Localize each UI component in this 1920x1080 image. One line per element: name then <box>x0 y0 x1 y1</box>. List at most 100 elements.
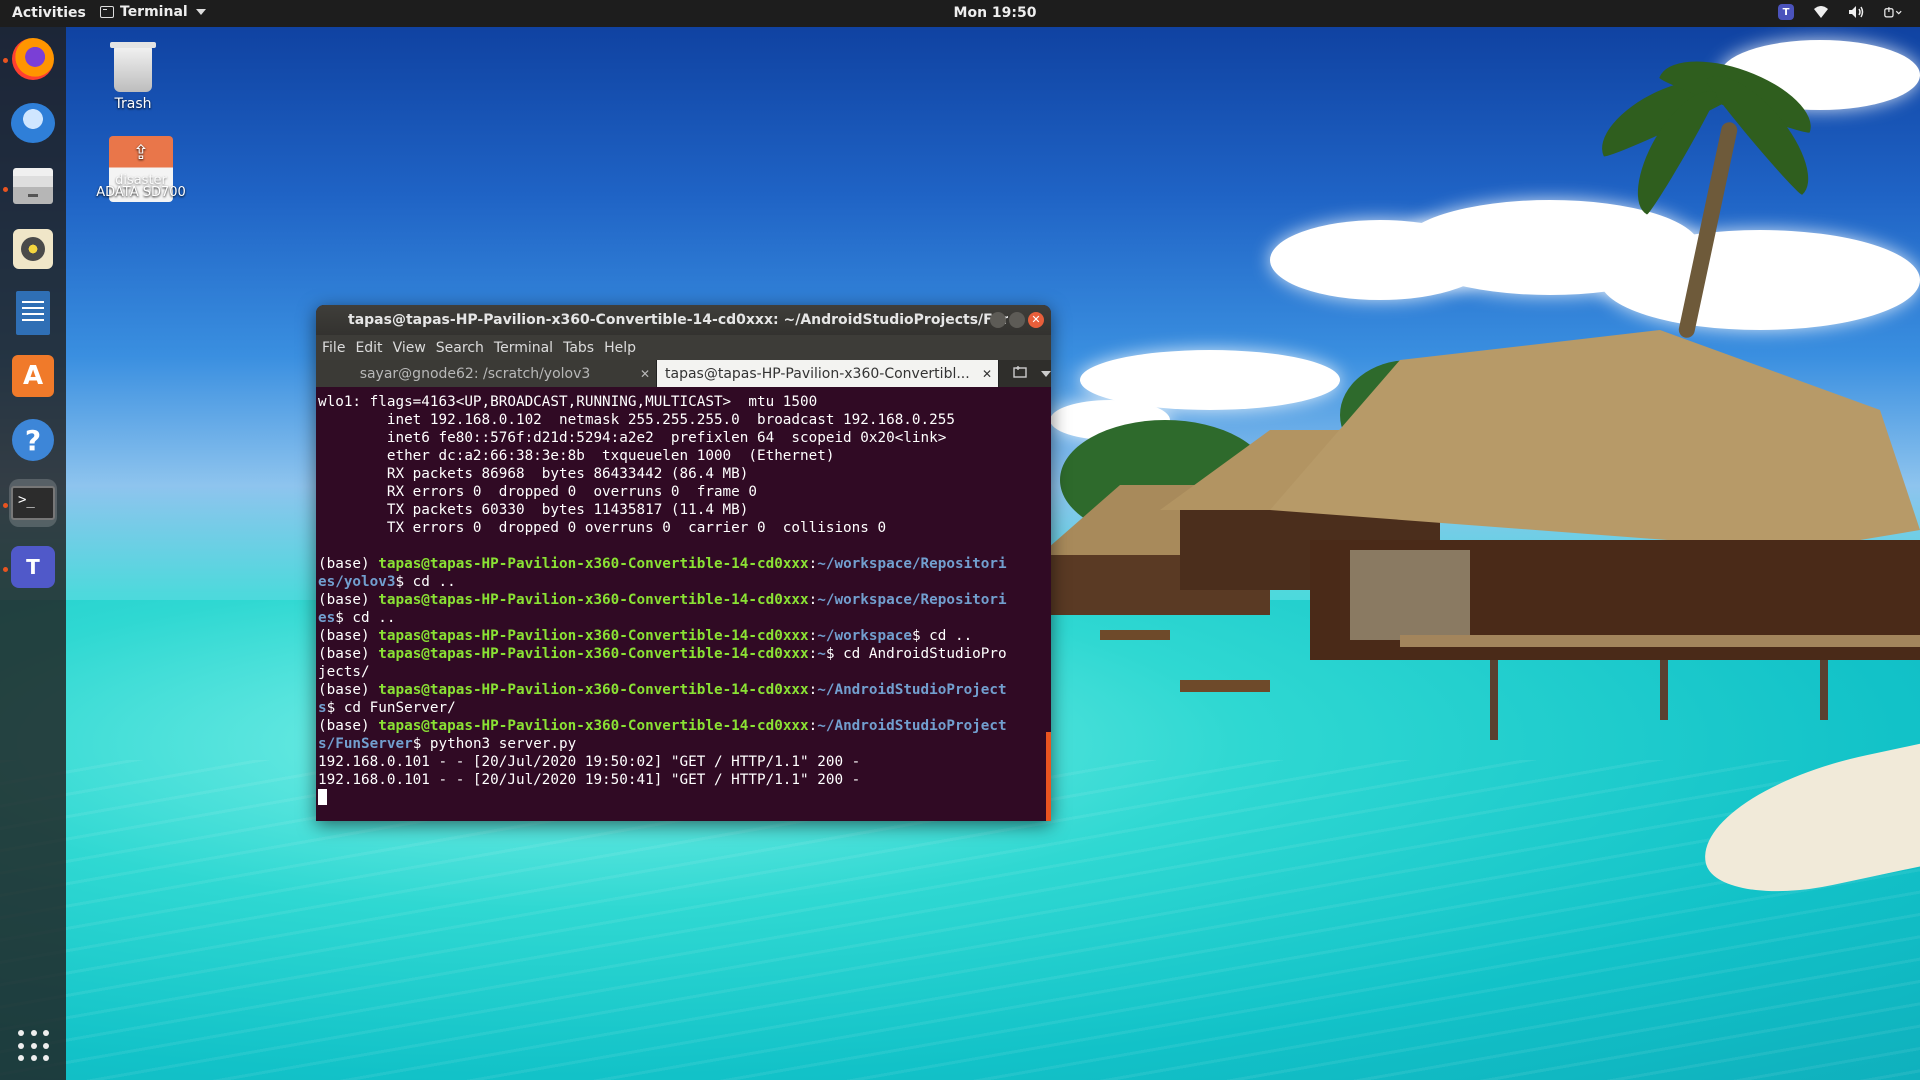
menu-tabs[interactable]: Tabs <box>563 340 602 356</box>
teams-icon[interactable]: T <box>1778 4 1794 20</box>
overwater-bungalows <box>1040 330 1920 740</box>
minimize-button[interactable] <box>990 312 1006 328</box>
close-tab-icon[interactable]: ✕ <box>976 367 998 381</box>
menu-search[interactable]: Search <box>436 340 492 356</box>
prompt-separator: : <box>808 718 818 734</box>
drive-label: ADATA SD700 <box>96 185 186 200</box>
terminal-line: ether dc:a2:66:38:3e:8b txqueuelen 1000 … <box>318 447 1051 465</box>
terminal-line: (base) tapas@tapas-HP-Pavilion-x360-Conv… <box>318 591 1051 609</box>
prompt-path: ~/workspace/Repositori <box>817 556 1007 572</box>
close-tab-icon[interactable]: ✕ <box>634 367 656 381</box>
terminal-line: RX errors 0 dropped 0 overruns 0 frame 0 <box>318 483 1051 501</box>
prompt-path: ~ <box>817 646 826 662</box>
terminal-window: tapas@tapas-HP-Pavilion-x360-Convertible… <box>316 305 1051 821</box>
prompt-separator: : <box>808 646 818 662</box>
help-launcher[interactable]: ? <box>9 416 57 464</box>
output-text: inet6 fe80::576f:d21d:5294:a2e2 prefixle… <box>318 430 947 446</box>
command-text: $ cd .. <box>335 610 396 626</box>
desktop-drive[interactable]: disaster ADATA SD700 <box>96 136 186 216</box>
show-applications-icon[interactable] <box>18 1030 50 1062</box>
terminal-line: RX packets 86968 bytes 86433442 (86.4 MB… <box>318 465 1051 483</box>
close-button[interactable]: ✕ <box>1028 312 1044 328</box>
terminal-line: (base) tapas@tapas-HP-Pavilion-x360-Conv… <box>318 627 1051 645</box>
output-text: TX packets 60330 bytes 11435817 (11.4 MB… <box>318 502 749 518</box>
menu-help[interactable]: Help <box>604 340 644 356</box>
desktop-trash[interactable]: Trash <box>88 42 178 112</box>
terminal-line: inet 192.168.0.102 netmask 255.255.255.0… <box>318 411 1051 429</box>
system-tray[interactable]: T <box>1778 3 1902 21</box>
tab-menu-icon[interactable] <box>1041 366 1051 381</box>
tab-tapas-local[interactable]: tapas@tapas-HP-Pavilion-x360-Convertibl.… <box>657 360 999 387</box>
terminal-menubar: File Edit View Search Terminal Tabs Help <box>316 335 1051 360</box>
scrollbar-thumb[interactable] <box>1046 732 1051 821</box>
firefox-icon <box>12 38 54 80</box>
prompt-user: tapas@tapas-HP-Pavilion-x360-Convertible… <box>378 556 809 572</box>
prompt-path: ~/AndroidStudioProject <box>817 682 1007 698</box>
output-text: TX errors 0 dropped 0 overruns 0 carrier… <box>318 520 887 536</box>
writer-launcher[interactable] <box>9 289 57 337</box>
output-text: jects/ <box>318 664 370 680</box>
prompt-user: tapas@tapas-HP-Pavilion-x360-Convertible… <box>378 592 809 608</box>
rhythmbox-icon <box>13 229 53 269</box>
prompt-user: tapas@tapas-HP-Pavilion-x360-Convertible… <box>378 646 809 662</box>
trash-icon <box>110 42 156 92</box>
prompt-path: ~/workspace <box>817 628 912 644</box>
prompt-path: ~/workspace/Repositori <box>817 592 1007 608</box>
terminal-titlebar[interactable]: tapas@tapas-HP-Pavilion-x360-Convertible… <box>316 305 1051 335</box>
software-launcher[interactable]: A <box>9 352 57 400</box>
terminal-launcher[interactable]: >_ <box>9 479 57 527</box>
volume-icon[interactable] <box>1848 3 1866 21</box>
menu-edit[interactable]: Edit <box>355 340 390 356</box>
trash-label: Trash <box>114 96 152 112</box>
firefox-launcher[interactable] <box>9 35 57 83</box>
menu-terminal[interactable]: Terminal <box>494 340 561 356</box>
terminal-line: es/yolov3$ cd .. <box>318 573 1051 591</box>
top-bar: Activities Terminal Mon 19:50 T <box>0 0 1920 27</box>
output-text: inet 192.168.0.102 netmask 255.255.255.0… <box>318 412 955 428</box>
terminal-line: 192.168.0.101 - - [20/Jul/2020 19:50:41]… <box>318 771 1051 789</box>
terminal-line: (base) tapas@tapas-HP-Pavilion-x360-Conv… <box>318 717 1051 735</box>
tab-sayar-gnode62[interactable]: sayar@gnode62: /scratch/yolov3 ✕ <box>316 360 657 387</box>
terminal-line: 192.168.0.101 - - [20/Jul/2020 19:50:02]… <box>318 753 1051 771</box>
command-text: $ cd .. <box>911 628 973 644</box>
output-text: ether dc:a2:66:38:3e:8b txqueuelen 1000 … <box>318 448 835 464</box>
prompt-path: es/yolov3 <box>318 574 396 590</box>
terminal-line: (base) tapas@tapas-HP-Pavilion-x360-Conv… <box>318 555 1051 573</box>
running-indicator <box>3 187 8 192</box>
prompt-path: ~/AndroidStudioProject <box>817 718 1007 734</box>
terminal-scrollbar[interactable] <box>1046 387 1051 821</box>
rhythmbox-launcher[interactable] <box>9 225 57 273</box>
menu-view[interactable]: View <box>393 340 434 356</box>
prompt-user: tapas@tapas-HP-Pavilion-x360-Convertible… <box>378 682 809 698</box>
terminal-line: s/FunServer$ python3 server.py <box>318 735 1051 753</box>
output-text: RX errors 0 dropped 0 overruns 0 frame 0 <box>318 484 757 500</box>
new-tab-icon[interactable] <box>1013 365 1027 383</box>
thunderbird-launcher[interactable] <box>9 99 57 147</box>
command-text: $ cd AndroidStudioPro <box>825 646 1007 662</box>
clock[interactable]: Mon 19:50 <box>0 5 1920 21</box>
terminal-output[interactable]: wlo1: flags=4163<UP,BROADCAST,RUNNING,MU… <box>316 387 1051 821</box>
dock: A ? >_ T <box>0 27 66 1080</box>
running-indicator <box>3 503 8 508</box>
window-title: tapas@tapas-HP-Pavilion-x360-Convertible… <box>348 312 1008 328</box>
libreoffice-writer-icon <box>16 291 50 335</box>
maximize-button[interactable] <box>1009 312 1025 328</box>
terminal-tabbar: sayar@gnode62: /scratch/yolov3 ✕ tapas@t… <box>316 360 1051 387</box>
prompt-separator: : <box>808 628 818 644</box>
prompt-separator: : <box>808 682 818 698</box>
wifi-icon[interactable] <box>1812 3 1830 21</box>
menu-file[interactable]: File <box>322 340 353 356</box>
conda-env-prefix: (base) <box>318 646 379 662</box>
terminal-line: es$ cd .. <box>318 609 1051 627</box>
teams-launcher[interactable]: T <box>9 543 57 591</box>
tab-label: sayar@gnode62: /scratch/yolov3 <box>359 365 591 382</box>
terminal-line: s$ cd FunServer/ <box>318 699 1051 717</box>
terminal-line: (base) tapas@tapas-HP-Pavilion-x360-Conv… <box>318 645 1051 663</box>
conda-env-prefix: (base) <box>318 592 379 608</box>
output-text: wlo1: flags=4163<UP,BROADCAST,RUNNING,MU… <box>318 394 818 410</box>
power-icon[interactable] <box>1884 3 1902 21</box>
conda-env-prefix: (base) <box>318 628 379 644</box>
files-launcher[interactable] <box>9 162 57 210</box>
terminal-line: wlo1: flags=4163<UP,BROADCAST,RUNNING,MU… <box>318 393 1051 411</box>
